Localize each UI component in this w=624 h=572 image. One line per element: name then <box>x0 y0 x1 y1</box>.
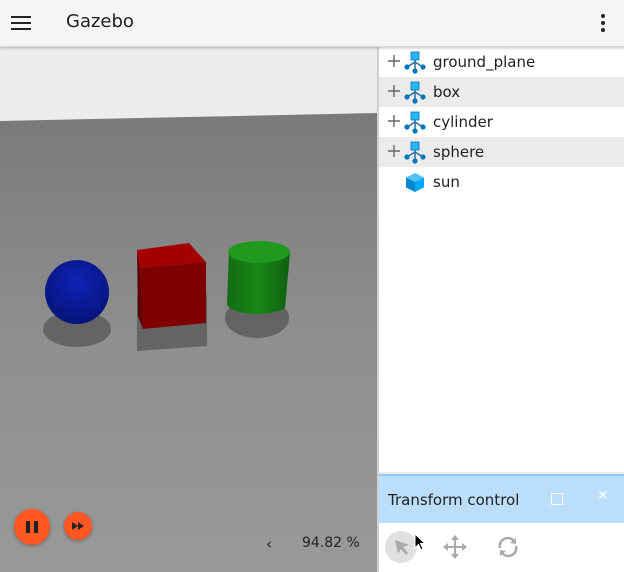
tree-item-label: box <box>433 83 461 101</box>
entity-tree: ground_plane box cylinder sphere sun <box>379 47 624 472</box>
tree-item-label: ground_plane <box>433 53 536 71</box>
transform-control-title: Transform control <box>388 491 520 509</box>
maximize-icon[interactable] <box>551 493 563 505</box>
pause-button[interactable] <box>14 509 50 545</box>
close-icon[interactable]: ✕ <box>597 488 609 504</box>
expand-icon[interactable] <box>387 84 401 98</box>
light-cube-icon <box>406 173 424 192</box>
rotate-icon <box>498 536 518 558</box>
step-button[interactable] <box>64 512 92 540</box>
hamburger-icon[interactable] <box>10 12 32 34</box>
app-toolbar: Gazebo <box>0 0 624 47</box>
tree-item-cylinder[interactable]: cylinder <box>379 107 624 137</box>
select-arrow-icon <box>395 540 409 555</box>
real-time-factor: 94.82 % <box>302 535 360 551</box>
tree-item-label: sphere <box>433 143 485 161</box>
mouse-cursor-icon <box>414 533 427 551</box>
translate-icon <box>443 535 467 559</box>
model-icon <box>404 51 426 74</box>
expand-icon[interactable] <box>387 114 401 128</box>
tree-item-label: sun <box>433 173 460 191</box>
tree-item-box[interactable]: box <box>379 77 624 107</box>
rotate-tool-button[interactable] <box>492 531 524 563</box>
model-icon <box>404 111 426 134</box>
model-icon <box>404 141 426 164</box>
cylinder-model-top[interactable] <box>228 241 290 263</box>
fast-forward-icon <box>72 522 84 530</box>
expand-icon[interactable] <box>387 54 401 68</box>
sphere-model[interactable] <box>45 260 109 324</box>
app-title: Gazebo <box>66 11 134 32</box>
tree-item-label: cylinder <box>433 113 493 131</box>
scene-viewport[interactable]: ‹ 94.82 % <box>0 47 377 572</box>
pause-icon <box>26 521 38 533</box>
transform-control-header: Transform control ✕ <box>379 474 624 523</box>
tree-item-sphere[interactable]: sphere <box>379 137 624 167</box>
tree-item-ground-plane[interactable]: ground_plane <box>379 47 624 77</box>
box-model-front[interactable] <box>140 262 206 329</box>
scene-render <box>0 113 377 572</box>
translate-tool-button[interactable] <box>439 531 471 563</box>
more-vert-icon[interactable] <box>594 12 612 34</box>
select-tool-button[interactable] <box>385 531 417 563</box>
model-icon <box>404 81 426 104</box>
expand-icon[interactable] <box>387 144 401 158</box>
tree-item-sun[interactable]: sun <box>379 167 624 197</box>
chevron-left-icon[interactable]: ‹ <box>266 535 272 553</box>
